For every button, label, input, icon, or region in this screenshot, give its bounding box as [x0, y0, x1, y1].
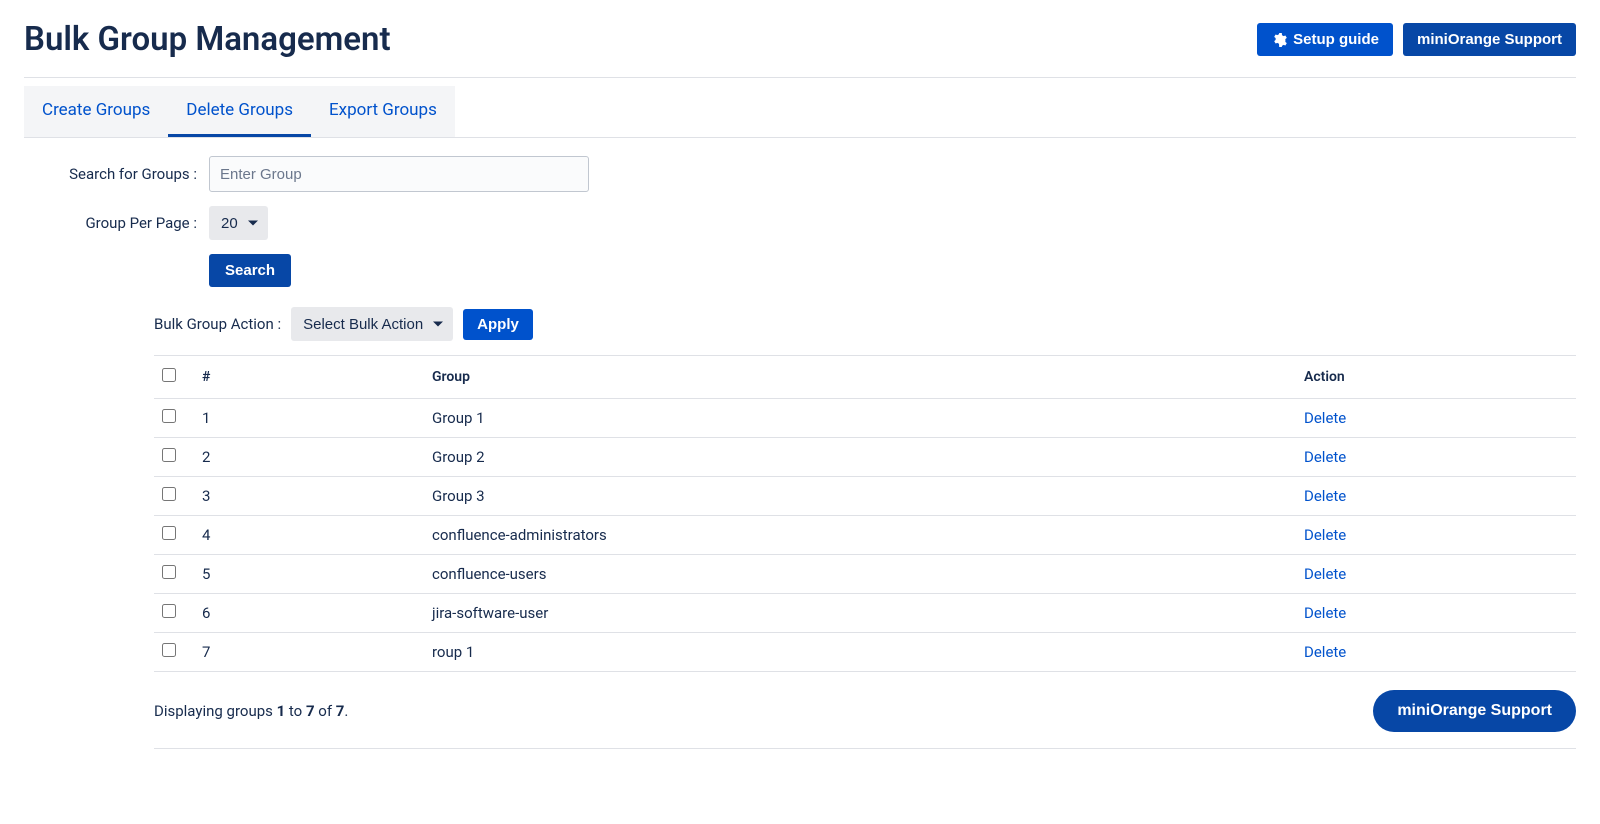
page-title: Bulk Group Management	[24, 20, 391, 59]
row-checkbox[interactable]	[162, 409, 176, 423]
apply-button[interactable]: Apply	[463, 309, 533, 340]
gear-icon	[1271, 32, 1287, 48]
row-num: 2	[194, 438, 424, 477]
tab-delete-groups[interactable]: Delete Groups	[168, 86, 311, 137]
per-page-select[interactable]: 20	[209, 206, 268, 240]
col-header-group: Group	[424, 356, 1296, 399]
bulk-action-select[interactable]: Select Bulk Action	[291, 307, 453, 341]
select-all-checkbox[interactable]	[162, 368, 176, 382]
row-group: Group 3	[424, 477, 1296, 516]
row-checkbox[interactable]	[162, 526, 176, 540]
delete-link[interactable]: Delete	[1304, 565, 1346, 583]
row-group: jira-software-user	[424, 594, 1296, 633]
row-num: 6	[194, 594, 424, 633]
row-group: Group 1	[424, 399, 1296, 438]
row-group: confluence-users	[424, 555, 1296, 594]
row-checkbox[interactable]	[162, 565, 176, 579]
per-page-label: Group Per Page :	[24, 214, 209, 232]
col-header-num: #	[194, 356, 424, 399]
setup-guide-button[interactable]: Setup guide	[1257, 23, 1393, 56]
row-checkbox[interactable]	[162, 448, 176, 462]
row-num: 7	[194, 633, 424, 672]
groups-table: # Group Action 1Group 1 Delete 2Group 2 Del…	[154, 355, 1576, 672]
row-checkbox[interactable]	[162, 604, 176, 618]
table-row: 3Group 3 Delete	[154, 477, 1576, 516]
table-row: 7roup 1 Delete	[154, 633, 1576, 672]
col-header-action: Action	[1296, 356, 1576, 399]
support-pill-button[interactable]: miniOrange Support	[1373, 690, 1576, 732]
row-num: 5	[194, 555, 424, 594]
tab-create-groups[interactable]: Create Groups	[24, 86, 168, 137]
setup-guide-label: Setup guide	[1293, 31, 1379, 48]
delete-link[interactable]: Delete	[1304, 487, 1346, 505]
header-buttons: Setup guide miniOrange Support	[1257, 23, 1576, 56]
search-input[interactable]	[209, 156, 589, 192]
table-row: 5confluence-users Delete	[154, 555, 1576, 594]
delete-link[interactable]: Delete	[1304, 448, 1346, 466]
tab-export-groups[interactable]: Export Groups	[311, 86, 455, 137]
row-group: confluence-administrators	[424, 516, 1296, 555]
delete-link[interactable]: Delete	[1304, 409, 1346, 427]
table-row: 2Group 2 Delete	[154, 438, 1576, 477]
delete-link[interactable]: Delete	[1304, 643, 1346, 661]
row-num: 1	[194, 399, 424, 438]
row-num: 4	[194, 516, 424, 555]
search-label: Search for Groups :	[24, 165, 209, 183]
search-button[interactable]: Search	[209, 254, 291, 287]
row-group: Group 2	[424, 438, 1296, 477]
row-group: roup 1	[424, 633, 1296, 672]
delete-link[interactable]: Delete	[1304, 526, 1346, 544]
table-row: 1Group 1 Delete	[154, 399, 1576, 438]
row-checkbox[interactable]	[162, 643, 176, 657]
row-checkbox[interactable]	[162, 487, 176, 501]
row-num: 3	[194, 477, 424, 516]
bulk-action-label: Bulk Group Action :	[154, 315, 281, 333]
support-button[interactable]: miniOrange Support	[1403, 23, 1576, 56]
table-row: 6jira-software-user Delete	[154, 594, 1576, 633]
delete-link[interactable]: Delete	[1304, 604, 1346, 622]
table-row: 4confluence-administrators Delete	[154, 516, 1576, 555]
display-summary: Displaying groups 1 to 7 of 7.	[154, 702, 348, 720]
tabs: Create Groups Delete Groups Export Group…	[24, 86, 455, 137]
